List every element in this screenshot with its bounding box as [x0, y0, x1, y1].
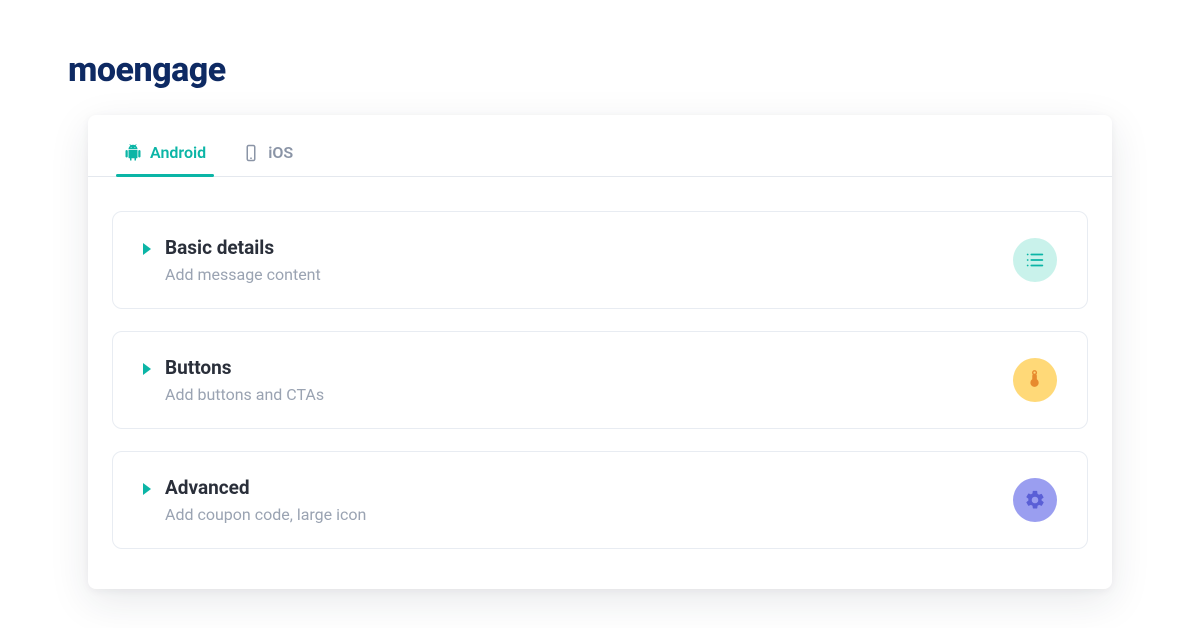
platform-tabs: Android iOS: [88, 115, 1112, 177]
tab-ios-label: iOS: [268, 143, 293, 162]
section-buttons[interactable]: Buttons Add buttons and CTAs: [112, 331, 1088, 429]
section-description: Add coupon code, large icon: [165, 505, 366, 524]
tab-android[interactable]: Android: [120, 137, 210, 176]
section-list: Basic details Add message content Button…: [88, 177, 1112, 549]
config-panel: Android iOS Basic details Add message co…: [88, 115, 1112, 589]
section-description: Add buttons and CTAs: [165, 385, 324, 404]
section-basic-details[interactable]: Basic details Add message content: [112, 211, 1088, 309]
touch-icon: [1013, 358, 1057, 402]
phone-icon: [242, 144, 260, 162]
section-advanced[interactable]: Advanced Add coupon code, large icon: [112, 451, 1088, 549]
gear-icon: [1013, 478, 1057, 522]
section-title: Basic details: [165, 236, 321, 259]
chevron-right-icon: [143, 363, 151, 375]
section-description: Add message content: [165, 265, 321, 284]
section-title: Buttons: [165, 356, 324, 379]
tab-android-label: Android: [150, 143, 206, 162]
chevron-right-icon: [143, 243, 151, 255]
section-title: Advanced: [165, 476, 366, 499]
brand-logo: moengage: [68, 50, 226, 90]
list-icon: [1013, 238, 1057, 282]
android-icon: [124, 144, 142, 162]
chevron-right-icon: [143, 483, 151, 495]
tab-ios[interactable]: iOS: [238, 137, 297, 176]
